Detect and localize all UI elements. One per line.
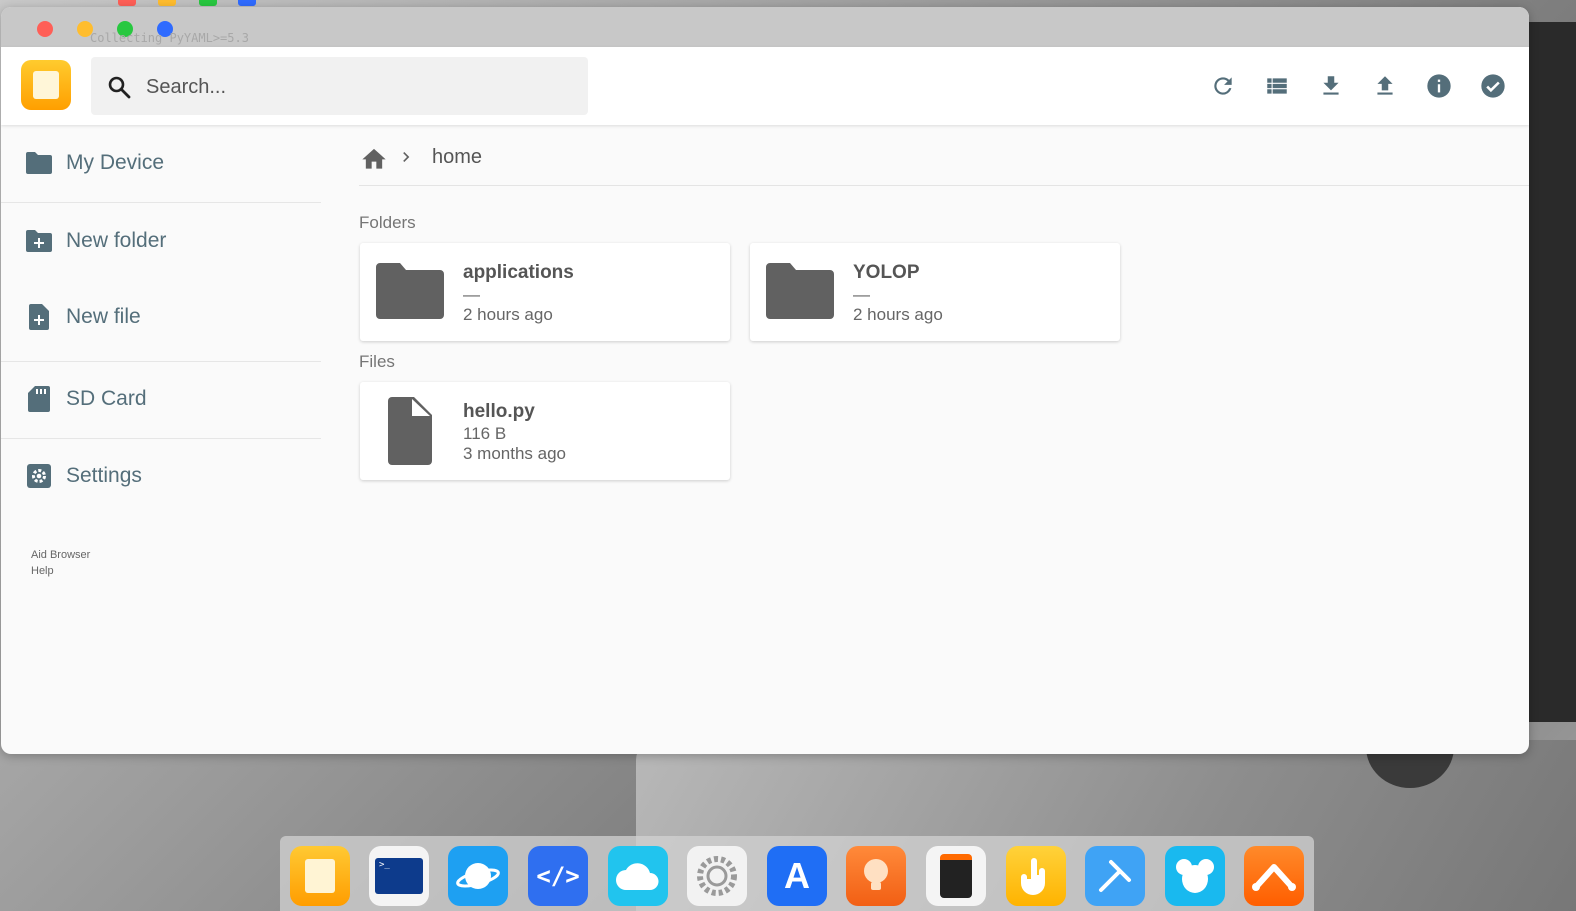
search-icon: [108, 76, 131, 99]
sidebar-item-my-device[interactable]: My Device: [1, 125, 321, 201]
new-file-icon: [25, 303, 53, 331]
dock: >_ </> A: [280, 836, 1314, 911]
folder-icon: [766, 263, 834, 319]
refresh-icon: [1214, 77, 1232, 95]
folder-size: —: [463, 285, 480, 304]
search-bar: [91, 57, 588, 115]
main-content: home Folders applications — 2 hours ago …: [359, 125, 1529, 754]
app-logo: [21, 60, 71, 110]
files-section-label: Files: [359, 352, 395, 371]
mouse-app-icon[interactable]: [1165, 846, 1225, 906]
folder-icon: [25, 149, 53, 177]
upload-icon: [1377, 76, 1393, 95]
desktop-wallpaper-dark: [1528, 22, 1576, 722]
browser-app-icon[interactable]: [448, 846, 508, 906]
sidebar-item-settings[interactable]: Settings: [1, 438, 321, 514]
folder-name: YOLOP: [853, 262, 920, 283]
folder-size: —: [853, 285, 870, 304]
tips-app-icon[interactable]: [846, 846, 906, 906]
breadcrumb-current[interactable]: home: [432, 146, 482, 169]
calculator-app-icon[interactable]: [926, 846, 986, 906]
folder-icon: [376, 263, 444, 319]
home-icon[interactable]: [360, 144, 388, 170]
window-titlebar[interactable]: Collecting PyYAML>=5.3: [1, 7, 1529, 47]
sidebar-item-sd-card[interactable]: SD Card: [1, 361, 321, 437]
file-browser-window: Collecting PyYAML>=5.3 Search... My Devi…: [1, 7, 1529, 754]
file-card[interactable]: hello.py 116 B 3 months ago: [360, 382, 730, 480]
sidebar: My Device New folder New file SD Card Se…: [1, 125, 321, 754]
sidebar-footer-link[interactable]: Aid Browser: [31, 549, 90, 561]
settings-app-icon[interactable]: [687, 846, 747, 906]
sidebar-item-label: Settings: [66, 464, 142, 487]
folder-name: applications: [463, 262, 574, 283]
cloud-app-icon[interactable]: [608, 846, 668, 906]
search-input[interactable]: [144, 71, 568, 103]
titlebar-background-text: Collecting PyYAML>=5.3: [90, 31, 249, 45]
breadcrumb-divider: [359, 185, 1529, 186]
folders-section-label: Folders: [359, 213, 416, 232]
select-button[interactable]: [1478, 71, 1508, 101]
download-button[interactable]: [1316, 71, 1346, 101]
sidebar-item-new-folder[interactable]: New folder: [1, 203, 321, 279]
download-icon: [1323, 76, 1339, 95]
folder-card[interactable]: YOLOP — 2 hours ago: [750, 243, 1120, 341]
new-folder-icon: [25, 227, 53, 255]
list-view-icon: [1267, 78, 1287, 94]
sd-card-icon: [25, 385, 53, 413]
settings-icon: [25, 462, 53, 490]
app-store-icon[interactable]: A: [767, 846, 827, 906]
file-modified: 3 months ago: [463, 444, 567, 463]
sidebar-item-new-file[interactable]: New file: [1, 279, 321, 355]
tools-app-icon[interactable]: [1085, 846, 1145, 906]
touch-app-icon[interactable]: [1006, 846, 1066, 906]
info-icon: [1427, 74, 1451, 98]
sidebar-item-label: New folder: [66, 229, 167, 252]
sidebar-item-label: SD Card: [66, 387, 147, 410]
code-editor-app-icon[interactable]: </>: [528, 846, 588, 906]
file-name: hello.py: [463, 401, 535, 422]
info-button[interactable]: [1424, 71, 1454, 101]
select-icon: [1481, 74, 1505, 98]
file-icon: [388, 397, 432, 465]
file-size: 116 B: [463, 424, 507, 443]
top-toolbar: [1, 47, 1529, 125]
list-view-button[interactable]: [1262, 71, 1292, 101]
sidebar-footer-link[interactable]: Help: [31, 565, 54, 577]
files-app-icon[interactable]: [290, 846, 350, 906]
close-window-button[interactable]: [37, 21, 53, 37]
refresh-button[interactable]: [1208, 71, 1238, 101]
breadcrumb: home: [359, 137, 482, 177]
terminal-app-icon[interactable]: >_: [369, 846, 429, 906]
upload-button[interactable]: [1370, 71, 1400, 101]
sidebar-item-label: New file: [66, 305, 141, 328]
network-app-icon[interactable]: [1244, 846, 1304, 906]
sidebar-item-label: My Device: [66, 151, 165, 174]
folder-card[interactable]: applications — 2 hours ago: [360, 243, 730, 341]
folder-modified: 2 hours ago: [853, 305, 943, 324]
chevron-right-icon: [403, 152, 410, 162]
folder-modified: 2 hours ago: [463, 305, 553, 324]
